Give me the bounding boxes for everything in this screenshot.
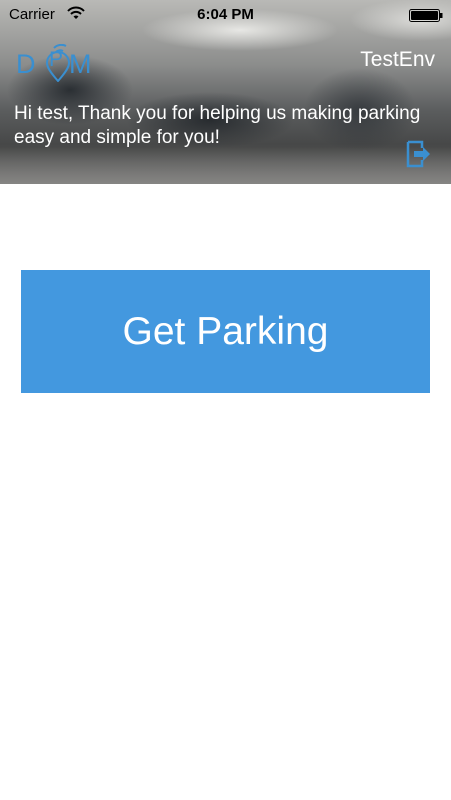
dpm-logo: D P M — [14, 28, 102, 82]
logo-letter-m: M — [69, 49, 93, 79]
logout-icon[interactable] — [404, 139, 432, 169]
get-parking-button[interactable]: Get Parking — [21, 270, 430, 393]
battery-icon — [409, 9, 443, 22]
logo-letter-p: P — [49, 48, 65, 71]
environment-label: TestEnv — [360, 48, 435, 71]
clock: 6:04 PM — [197, 6, 254, 23]
greeting-message: Hi test, Thank you for helping us making… — [14, 103, 421, 148]
logo-letter-d: D — [16, 49, 37, 79]
status-bar: Carrier 6:04 PM — [0, 0, 451, 30]
